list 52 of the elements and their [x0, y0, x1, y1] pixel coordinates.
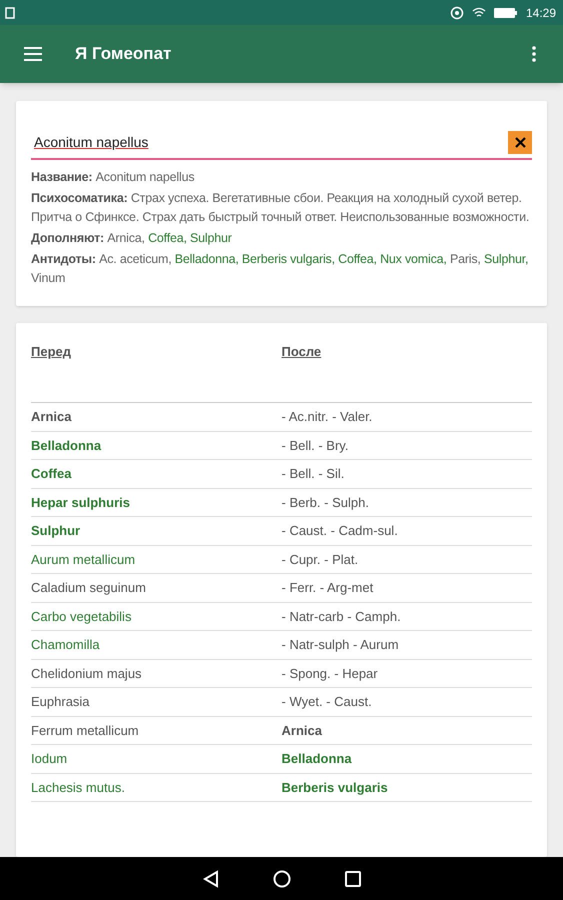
table-cell[interactable]: - Cupr. - Plat. [282, 550, 358, 569]
table-cell[interactable]: Ferrum metallicum [31, 720, 139, 740]
table-cell[interactable]: - Spong. - Hepar [282, 664, 378, 683]
table-cell[interactable]: Berberis vulgaris [282, 778, 388, 797]
table-cell[interactable]: Belladonna [31, 436, 102, 455]
home-icon [272, 870, 290, 888]
table-cell[interactable]: Arnica [282, 720, 322, 740]
table-cell[interactable]: - Ac.nitr. - Valer. [282, 407, 372, 426]
search-input[interactable]: Aconitum napellus [34, 132, 508, 153]
table-cell[interactable]: Lachesis mutus. [31, 778, 125, 797]
battery-icon [494, 6, 518, 18]
table-cell[interactable]: Hepar sulphuris [31, 492, 130, 512]
table-cell[interactable]: - Bell. - Sil. [282, 464, 344, 484]
wifi-icon [472, 6, 486, 18]
search-field[interactable]: Aconitum napellus [31, 131, 532, 160]
column-header: Перед [31, 344, 71, 359]
table-cell[interactable]: Arnica [31, 407, 72, 426]
info-text: Психосоматика: Страх успеха. Вегетативные сбои. Реакция на холодный сухой ветер. Притча о Сфинксе. Страх дать быстрый точный ответ. Неиспользованные возможности. [31, 190, 530, 226]
table-cell[interactable]: Carbo vegetabilis [31, 606, 132, 626]
column-header: После [282, 344, 322, 359]
table-cell[interactable]: Aurum metallicum [31, 550, 136, 569]
clock: 14:29 [526, 4, 556, 22]
menu-button[interactable] [24, 47, 42, 61]
table-cell[interactable]: Belladonna [282, 749, 352, 768]
info-text: Антидоты: Ac. aceticum, Belladonna, Berberis vulgaris, Coffea, Nux vomica, Paris, Sulphur, Vinum [31, 251, 530, 287]
table-cell[interactable]: - Ferr. - Arg-met [282, 578, 374, 598]
table-cell[interactable]: Chamomilla [31, 635, 100, 654]
table-cell[interactable]: - Berb. - Sulph. [282, 492, 369, 512]
table-cell[interactable]: Iodum [31, 749, 68, 768]
table-cell[interactable]: - Natr-carb - Camph. [282, 606, 401, 626]
table-cell[interactable]: Euphrasia [31, 692, 90, 712]
home-button[interactable] [272, 870, 290, 888]
app-title: Я Гомеопат [75, 43, 172, 66]
table-cell[interactable]: Chelidonium majus [31, 664, 142, 683]
info-text: Название: Aconitum napellus [31, 169, 196, 186]
table-cell[interactable]: - Caust. - Cadm-sul. [282, 521, 398, 540]
recents-button[interactable] [344, 870, 360, 886]
menu-icon [24, 47, 42, 61]
table-cell[interactable]: Coffea [31, 464, 72, 484]
more-options-icon [532, 46, 536, 62]
more-options-button[interactable] [532, 46, 536, 62]
table-cell[interactable]: - Wyet. - Caust. [282, 692, 372, 712]
table-cell[interactable]: - Natr-sulph - Aurum [282, 635, 399, 654]
back-icon [202, 870, 218, 888]
back-button[interactable] [202, 870, 218, 888]
clear-button[interactable] [508, 131, 532, 154]
info-text: Дополняют: Arnica, Coffea, Sulphur [31, 230, 233, 247]
close-icon [514, 137, 526, 148]
table-cell[interactable]: Sulphur [31, 521, 80, 540]
recents-icon [344, 870, 360, 886]
table-cell[interactable]: Caladium seguinum [31, 578, 146, 598]
table-cell[interactable]: - Bell. - Bry. [282, 436, 348, 455]
